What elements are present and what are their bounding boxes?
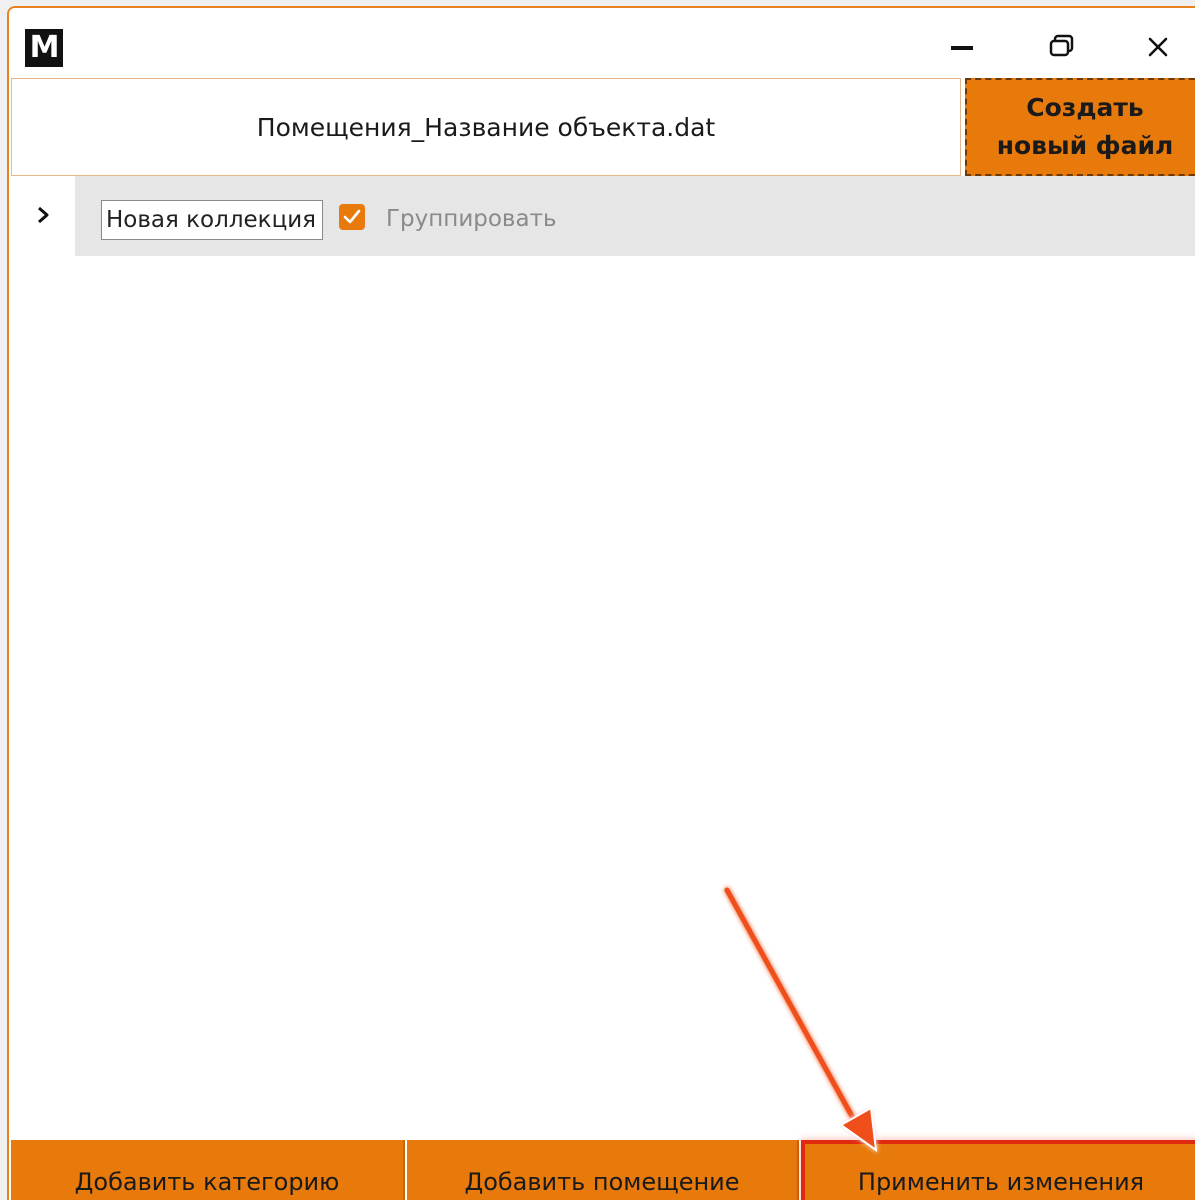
file-name-header: Помещения_Название объекта.dat [11,78,961,176]
create-new-file-button[interactable]: Создать новый файл [965,78,1195,176]
collection-row: Группировать [75,176,1195,256]
chevron-right-icon [38,206,49,224]
collection-expander[interactable] [29,201,57,229]
apply-changes-button[interactable]: Применить изменения [801,1140,1195,1200]
minimize-button[interactable] [937,22,987,72]
bottom-button-bar: Добавить категорию Добавить помещение Пр… [11,1140,1195,1200]
app-logo: M [25,29,63,67]
restore-icon [1049,34,1074,57]
close-button[interactable] [1133,22,1183,72]
title-bar: M [9,8,1195,78]
group-checkbox-label: Группировать [386,206,557,232]
add-room-button[interactable]: Добавить помещение [407,1140,799,1200]
close-icon [1148,37,1168,57]
minimize-icon [951,46,973,50]
app-window: M Помещения_Название объекта.dat Создать… [7,6,1195,1200]
group-checkbox[interactable] [339,204,365,230]
restore-button[interactable] [1036,22,1086,72]
checkmark-icon [343,209,361,224]
add-category-button[interactable]: Добавить категорию [11,1140,405,1200]
collection-name-input[interactable] [101,200,323,240]
